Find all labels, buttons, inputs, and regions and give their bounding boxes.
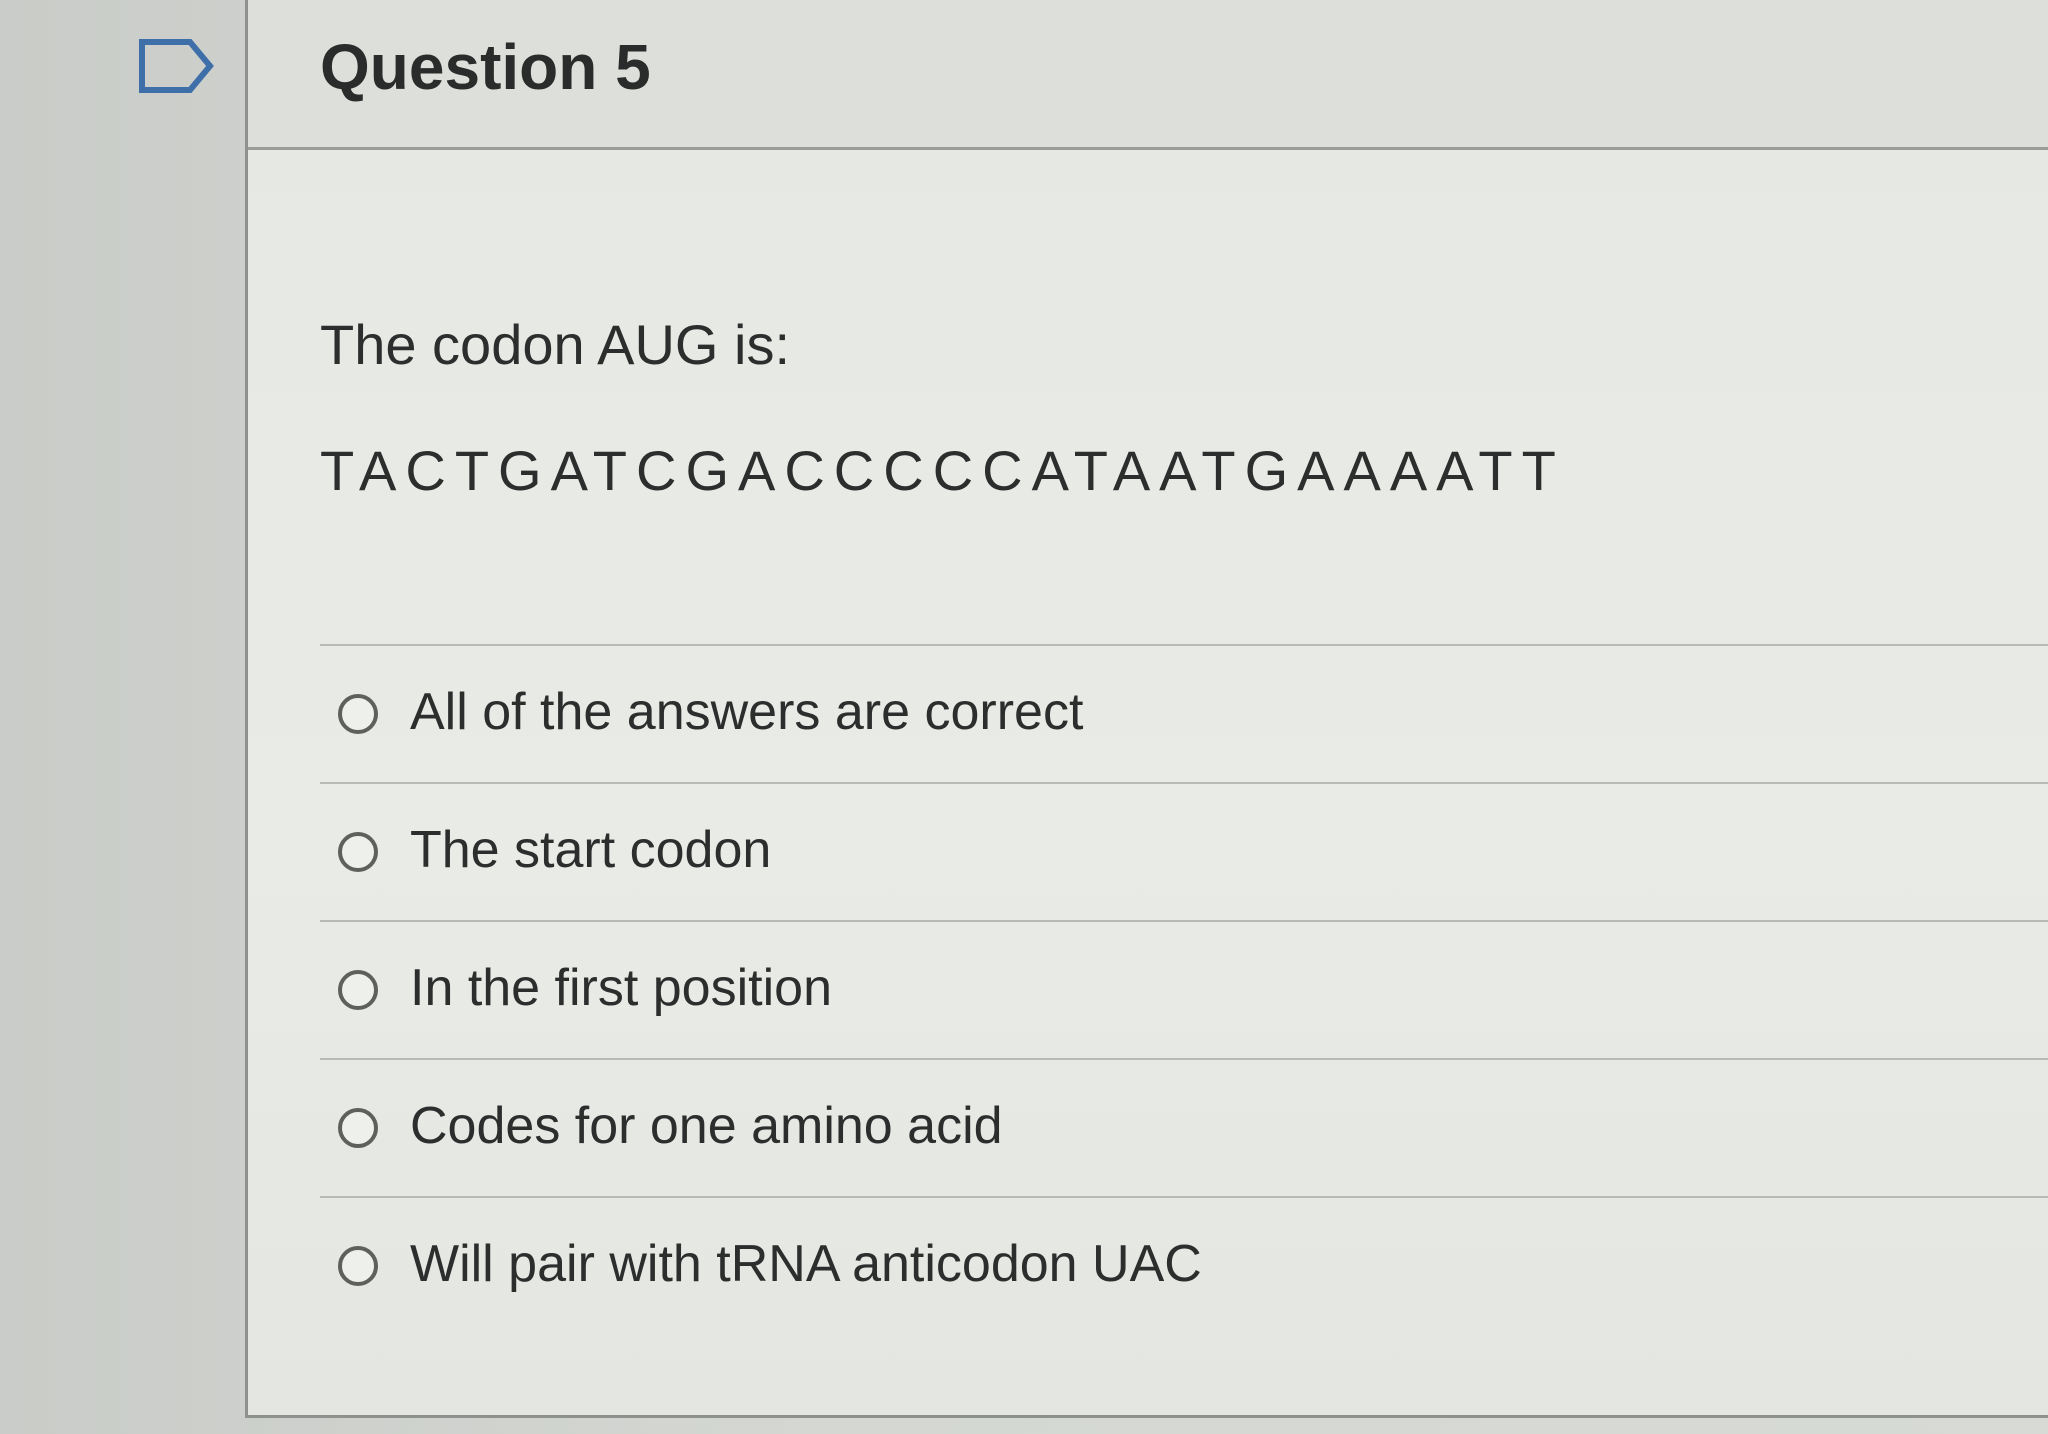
radio-button-icon[interactable] [338,832,378,872]
answer-label[interactable]: All of the answers are correct [410,682,1083,742]
radio-button-icon[interactable] [338,1246,378,1286]
answer-list: All of the answers are correct The start… [320,644,2048,1334]
question-body: The codon AUG is: TACTGATCGACCCCCATAATGA… [320,150,2048,1415]
flag-area [0,0,245,1434]
question-title: Question 5 [320,31,651,103]
question-header: Question 5 [248,0,2048,150]
answer-label[interactable]: Codes for one amino acid [410,1096,1003,1156]
answer-option[interactable]: The start codon [320,782,2048,920]
radio-button-icon[interactable] [338,1108,378,1148]
flag-question-icon[interactable] [138,38,214,94]
answer-label[interactable]: Will pair with tRNA anticodon UAC [410,1234,1202,1294]
answer-label[interactable]: In the first position [410,958,832,1018]
answer-option[interactable]: Will pair with tRNA anticodon UAC [320,1196,2048,1334]
question-prompt: The codon AUG is: [320,313,791,376]
answer-label[interactable]: The start codon [410,820,771,880]
dna-sequence: TACTGATCGACCCCCATAATGAAAATT [320,439,1565,502]
question-card: Question 5 The codon AUG is: TACTGATCGAC… [245,0,2048,1418]
radio-button-icon[interactable] [338,694,378,734]
answer-option[interactable]: All of the answers are correct [320,644,2048,782]
radio-button-icon[interactable] [338,970,378,1010]
answer-option[interactable]: Codes for one amino acid [320,1058,2048,1196]
answer-option[interactable]: In the first position [320,920,2048,1058]
